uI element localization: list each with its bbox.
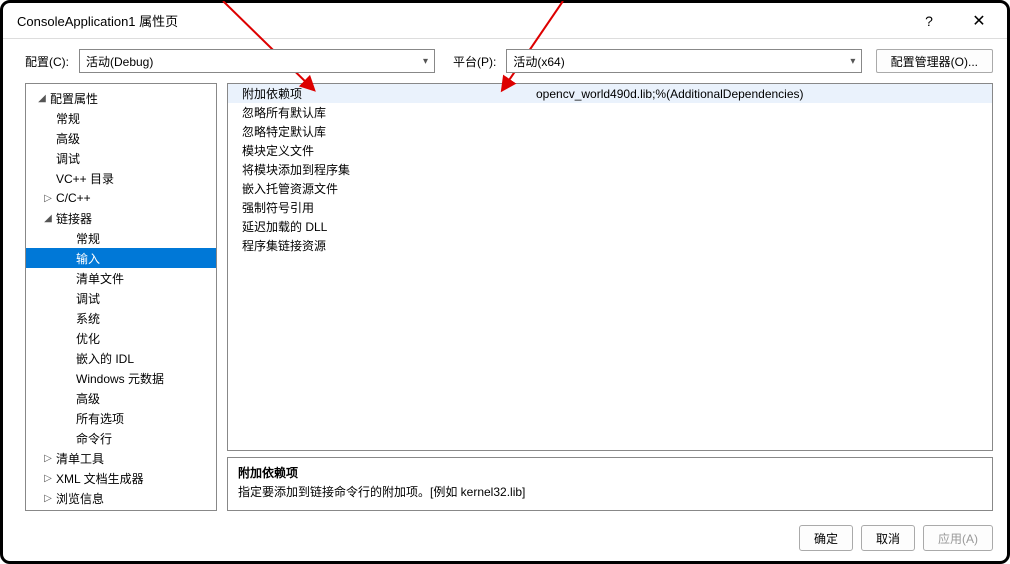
- prop-row[interactable]: 延迟加载的 DLL: [228, 217, 992, 236]
- prop-row[interactable]: 将模块添加到程序集: [228, 160, 992, 179]
- cancel-button[interactable]: 取消: [861, 525, 915, 551]
- tree-item-label: VC++ 目录: [56, 170, 114, 187]
- window-title: ConsoleApplication1 属性页: [17, 11, 178, 30]
- tree-item-linker-winmd[interactable]: Windows 元数据: [26, 368, 216, 388]
- dialog-buttons: 确定 取消 应用(A): [3, 517, 1007, 561]
- tree-item-label: 常规: [76, 230, 100, 247]
- tree-item-label: 高级: [76, 390, 100, 407]
- prop-value[interactable]: opencv_world490d.lib;%(AdditionalDepende…: [530, 87, 992, 101]
- prop-row[interactable]: 程序集链接资源: [228, 236, 992, 255]
- config-bar: 配置(C): 活动(Debug) ▾ 平台(P): 活动(x64) ▾ 配置管理…: [3, 39, 1007, 83]
- tree-item-label: 清单文件: [76, 270, 124, 287]
- tree-item-linker-general[interactable]: 常规: [26, 228, 216, 248]
- prop-name: 忽略所有默认库: [228, 104, 530, 121]
- prop-row[interactable]: 忽略特定默认库: [228, 122, 992, 141]
- description-body: 指定要添加到链接命令行的附加项。[例如 kernel32.lib]: [238, 483, 982, 500]
- tree-item-label: 浏览信息: [56, 490, 104, 507]
- prop-name: 强制符号引用: [228, 199, 530, 216]
- tree-item-linker-idl[interactable]: 嵌入的 IDL: [26, 348, 216, 368]
- prop-name: 附加依赖项: [228, 85, 530, 102]
- tree-item-vcdirs[interactable]: VC++ 目录: [26, 168, 216, 188]
- tree-item-linker[interactable]: ◢链接器: [26, 208, 216, 228]
- tree-item-manifest-tool[interactable]: ▷清单工具: [26, 448, 216, 468]
- close-button[interactable]: ✕: [959, 6, 999, 36]
- tree-item-label: 高级: [56, 130, 80, 147]
- platform-value: 活动(x64): [513, 53, 564, 70]
- tree-item-xmlgen[interactable]: ▷XML 文档生成器: [26, 468, 216, 488]
- property-grid[interactable]: 附加依赖项 opencv_world490d.lib;%(AdditionalD…: [227, 83, 993, 451]
- description-title: 附加依赖项: [238, 464, 982, 481]
- help-button[interactable]: ?: [909, 6, 949, 36]
- tree-item-linker-input[interactable]: 输入: [26, 248, 216, 268]
- tree-item-label: 优化: [76, 330, 100, 347]
- prop-name: 将模块添加到程序集: [228, 161, 530, 178]
- tree-item-debug[interactable]: 调试: [26, 148, 216, 168]
- tree-item-label: 常规: [56, 110, 80, 127]
- caret-right-icon: ▷: [42, 493, 54, 504]
- tree-item-label: 输入: [76, 250, 100, 267]
- prop-row[interactable]: 强制符号引用: [228, 198, 992, 217]
- config-value: 活动(Debug): [86, 53, 153, 70]
- ok-label: 确定: [814, 530, 838, 547]
- platform-combo[interactable]: 活动(x64) ▾: [506, 49, 862, 73]
- apply-button[interactable]: 应用(A): [923, 525, 993, 551]
- prop-name: 程序集链接资源: [228, 237, 530, 254]
- tree-item-label: 链接器: [56, 210, 92, 227]
- apply-label: 应用(A): [938, 530, 978, 547]
- prop-name: 忽略特定默认库: [228, 123, 530, 140]
- tree-root[interactable]: ◢配置属性: [26, 88, 216, 108]
- tree-item-linker-opt[interactable]: 优化: [26, 328, 216, 348]
- titlebar: ConsoleApplication1 属性页 ? ✕: [3, 3, 1007, 39]
- caret-down-icon: ◢: [42, 213, 54, 224]
- tree-item-advanced[interactable]: 高级: [26, 128, 216, 148]
- caret-right-icon: ▷: [42, 453, 54, 464]
- prop-row[interactable]: 忽略所有默认库: [228, 103, 992, 122]
- prop-row[interactable]: 模块定义文件: [228, 141, 992, 160]
- tree-item-label: 清单工具: [56, 450, 104, 467]
- caret-down-icon: ◢: [36, 93, 48, 104]
- tree-item-label: 嵌入的 IDL: [76, 350, 134, 367]
- tree-item-linker-system[interactable]: 系统: [26, 308, 216, 328]
- tree-item-label: XML 文档生成器: [56, 470, 144, 487]
- prop-name: 嵌入托管资源文件: [228, 180, 530, 197]
- ok-button[interactable]: 确定: [799, 525, 853, 551]
- chevron-down-icon: ▾: [850, 56, 855, 67]
- tree-item-linker-manifest[interactable]: 清单文件: [26, 268, 216, 288]
- tree-item-general[interactable]: 常规: [26, 108, 216, 128]
- platform-label: 平台(P):: [453, 53, 496, 70]
- tree-item-linker-adv[interactable]: 高级: [26, 388, 216, 408]
- tree-item-label: 调试: [76, 290, 100, 307]
- chevron-down-icon: ▾: [423, 56, 428, 67]
- property-tree[interactable]: ◢配置属性 常规 高级 调试 VC++ 目录 ▷C/C++ ◢链接器 常规 输入…: [25, 83, 217, 511]
- tree-item-linker-debug[interactable]: 调试: [26, 288, 216, 308]
- prop-row-additional-deps[interactable]: 附加依赖项 opencv_world490d.lib;%(AdditionalD…: [228, 84, 992, 103]
- tree-item-label: 配置属性: [50, 90, 98, 107]
- config-combo[interactable]: 活动(Debug) ▾: [79, 49, 435, 73]
- caret-right-icon: ▷: [42, 473, 54, 484]
- tree-item-cxx[interactable]: ▷C/C++: [26, 188, 216, 208]
- tree-item-browse[interactable]: ▷浏览信息: [26, 488, 216, 508]
- caret-right-icon: ▷: [42, 193, 54, 204]
- prop-row[interactable]: 嵌入托管资源文件: [228, 179, 992, 198]
- tree-item-label: C/C++: [56, 191, 91, 205]
- tree-item-linker-all[interactable]: 所有选项: [26, 408, 216, 428]
- config-manager-label: 配置管理器(O)...: [891, 53, 978, 70]
- prop-name: 延迟加载的 DLL: [228, 218, 530, 235]
- config-label: 配置(C):: [25, 53, 69, 70]
- tree-item-label: 系统: [76, 310, 100, 327]
- tree-item-label: 命令行: [76, 430, 112, 447]
- tree-item-label: 调试: [56, 150, 80, 167]
- config-manager-button[interactable]: 配置管理器(O)...: [876, 49, 993, 73]
- cancel-label: 取消: [876, 530, 900, 547]
- tree-item-label: 所有选项: [76, 410, 124, 427]
- tree-item-label: Windows 元数据: [76, 370, 164, 387]
- prop-name: 模块定义文件: [228, 142, 530, 159]
- tree-item-linker-cmdline[interactable]: 命令行: [26, 428, 216, 448]
- description-box: 附加依赖项 指定要添加到链接命令行的附加项。[例如 kernel32.lib]: [227, 457, 993, 511]
